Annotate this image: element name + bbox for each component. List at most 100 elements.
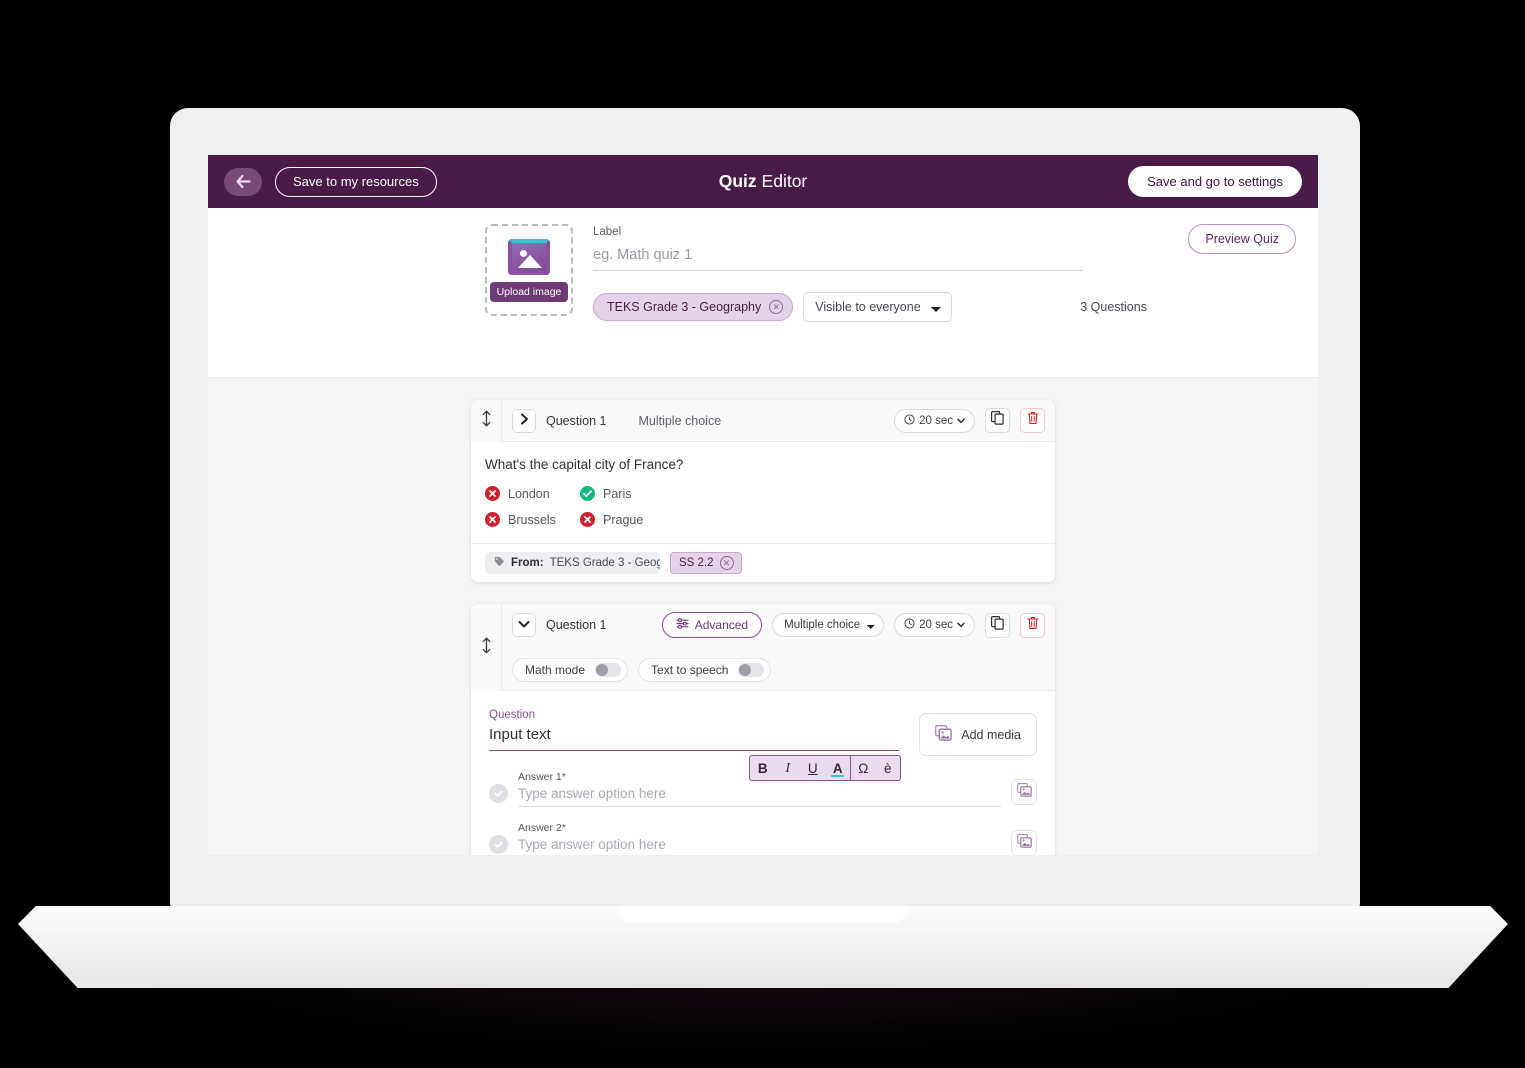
- special-character-icon[interactable]: Ω: [850, 756, 875, 780]
- advanced-button[interactable]: Advanced: [661, 612, 763, 638]
- preview-quiz-wrap: Preview Quiz: [1188, 224, 1296, 254]
- bold-icon[interactable]: B: [750, 756, 775, 780]
- chevron-down-icon: [957, 619, 965, 631]
- app-screen: Save to my resources Quiz Editor Save an…: [208, 155, 1318, 855]
- text-color-glyph: A: [832, 760, 843, 776]
- answer-input[interactable]: [518, 836, 1001, 855]
- drag-vertical-icon: [481, 637, 492, 659]
- question-timer-label: 20 sec: [919, 619, 953, 631]
- answer-preview-label: Paris: [603, 486, 632, 501]
- chevron-down-icon: [518, 616, 530, 634]
- text-color-icon[interactable]: A: [825, 756, 850, 780]
- quiz-meta-fields: Label TEKS Grade 3 - Geography ✕ Visible…: [593, 224, 1147, 322]
- quiz-meta-section: Upload image Label TEKS Grade 3 - Geogra…: [208, 208, 1318, 378]
- image-icon: [508, 238, 550, 275]
- question-footer: From: TEKS Grade 3 - Geog... SS 2.2 ✕: [471, 543, 1055, 582]
- clock-icon: [904, 618, 915, 632]
- close-circle-icon[interactable]: ✕: [719, 556, 734, 570]
- accent-character-icon[interactable]: è: [875, 756, 900, 780]
- image-stack-icon: [1016, 833, 1032, 853]
- toggle-switch-icon[interactable]: [738, 663, 765, 677]
- color-swatch: [831, 774, 845, 777]
- question-count-label: 3 Questions: [1080, 300, 1147, 314]
- question-title: Question 1: [546, 618, 607, 632]
- preview-quiz-button[interactable]: Preview Quiz: [1188, 224, 1296, 254]
- question-card-collapsed: Question 1 Multiple choice 20 sec What's…: [471, 400, 1055, 582]
- question-body: What's the capital city of France? Londo…: [471, 442, 1055, 543]
- question-text-input[interactable]: [489, 724, 900, 751]
- question-timer-pill[interactable]: 20 sec: [894, 408, 975, 433]
- upload-image-dropzone[interactable]: Upload image: [485, 224, 573, 316]
- close-circle-icon[interactable]: ✕: [769, 300, 784, 314]
- drag-handle[interactable]: [471, 400, 502, 442]
- question-card-expanded: Question 1 Advanced Multiple choice 20 s…: [471, 604, 1055, 855]
- answer-preview-label: Prague: [603, 512, 644, 527]
- tag-icon: [494, 556, 505, 570]
- duplicate-question-button[interactable]: [985, 612, 1010, 638]
- sliders-icon: [676, 618, 689, 632]
- rich-text-toolbar: B I U A Ω è: [749, 755, 902, 781]
- text-to-speech-toggle[interactable]: Text to speech: [638, 658, 772, 682]
- answer-field: Answer 2*: [518, 822, 1001, 855]
- upload-image-label: Upload image: [489, 281, 569, 302]
- trash-icon: [1026, 616, 1039, 635]
- question-editor-body: Question B I U A Ω: [471, 691, 1055, 855]
- answer-input[interactable]: [518, 785, 1001, 807]
- app-title-light: Editor: [756, 171, 808, 191]
- answer-media-button[interactable]: [1011, 830, 1037, 855]
- source-chip: From: TEKS Grade 3 - Geog...: [485, 552, 660, 574]
- question-editor-top: Question B I U A Ω: [489, 709, 1037, 781]
- answer-media-button[interactable]: [1011, 779, 1037, 805]
- correct-icon: [580, 486, 595, 501]
- text-to-speech-label: Text to speech: [651, 663, 729, 677]
- check-circle-icon[interactable]: [489, 835, 508, 854]
- expand-question-button[interactable]: [512, 408, 536, 433]
- answer-label: Answer 2*: [518, 822, 566, 834]
- collapse-question-button[interactable]: [512, 613, 536, 637]
- answer-preview-item: Prague: [580, 512, 1041, 527]
- copy-icon: [991, 615, 1004, 635]
- toggle-switch-icon[interactable]: [595, 663, 622, 677]
- copy-icon: [991, 411, 1004, 430]
- answer-row: Answer 2*: [489, 822, 1037, 855]
- screenshot-stage: Save to my resources Quiz Editor Save an…: [0, 0, 1525, 1068]
- drag-handle[interactable]: [471, 604, 502, 691]
- save-and-go-to-settings-button[interactable]: Save and go to settings: [1128, 166, 1302, 197]
- check-circle-icon[interactable]: [489, 784, 508, 803]
- image-stack-icon: [1016, 782, 1032, 802]
- question-timer-label: 20 sec: [919, 414, 953, 427]
- math-mode-toggle[interactable]: Math mode: [512, 658, 629, 682]
- question-type-select[interactable]: Multiple choice: [772, 613, 885, 637]
- chevron-down-icon: [957, 415, 965, 427]
- app-header: Save to my resources Quiz Editor Save an…: [208, 155, 1318, 208]
- answer-preview-label: Brussels: [508, 512, 556, 527]
- quiz-meta-row: TEKS Grade 3 - Geography ✕ Visible to ev…: [593, 292, 1147, 322]
- back-button[interactable]: [224, 167, 262, 196]
- question-list: Question 1 Multiple choice 20 sec What's…: [208, 378, 1318, 855]
- delete-question-button[interactable]: [1020, 612, 1045, 638]
- add-media-label: Add media: [961, 727, 1021, 742]
- question-card-header: Question 1 Multiple choice 20 sec: [502, 400, 1055, 442]
- question-timer-pill[interactable]: 20 sec: [894, 613, 975, 637]
- add-media-button[interactable]: Add media: [919, 713, 1037, 756]
- chevron-right-icon: [520, 412, 529, 430]
- editor-card-header: Question 1 Advanced Multiple choice 20 s…: [502, 604, 1055, 691]
- incorrect-icon: [580, 512, 595, 527]
- italic-icon[interactable]: I: [775, 756, 800, 780]
- source-value: TEKS Grade 3 - Geog...: [549, 557, 660, 569]
- incorrect-icon: [485, 512, 500, 527]
- save-to-resources-button[interactable]: Save to my resources: [275, 166, 437, 197]
- standard-chip[interactable]: SS 2.2 ✕: [670, 552, 742, 574]
- underline-icon[interactable]: U: [800, 756, 825, 780]
- incorrect-icon: [485, 486, 500, 501]
- duplicate-question-button[interactable]: [985, 408, 1010, 433]
- laptop-notch: [617, 906, 908, 923]
- answer-preview-item: Paris: [580, 486, 1041, 501]
- quiz-tag-label: TEKS Grade 3 - Geography: [607, 300, 762, 314]
- quiz-tag-chip[interactable]: TEKS Grade 3 - Geography ✕: [593, 293, 794, 321]
- delete-question-button[interactable]: [1020, 408, 1045, 433]
- question-type-label: Multiple choice: [638, 413, 722, 428]
- math-mode-label: Math mode: [525, 663, 586, 677]
- visibility-select[interactable]: Visible to everyone: [803, 292, 953, 322]
- quiz-title-input[interactable]: [593, 245, 1083, 271]
